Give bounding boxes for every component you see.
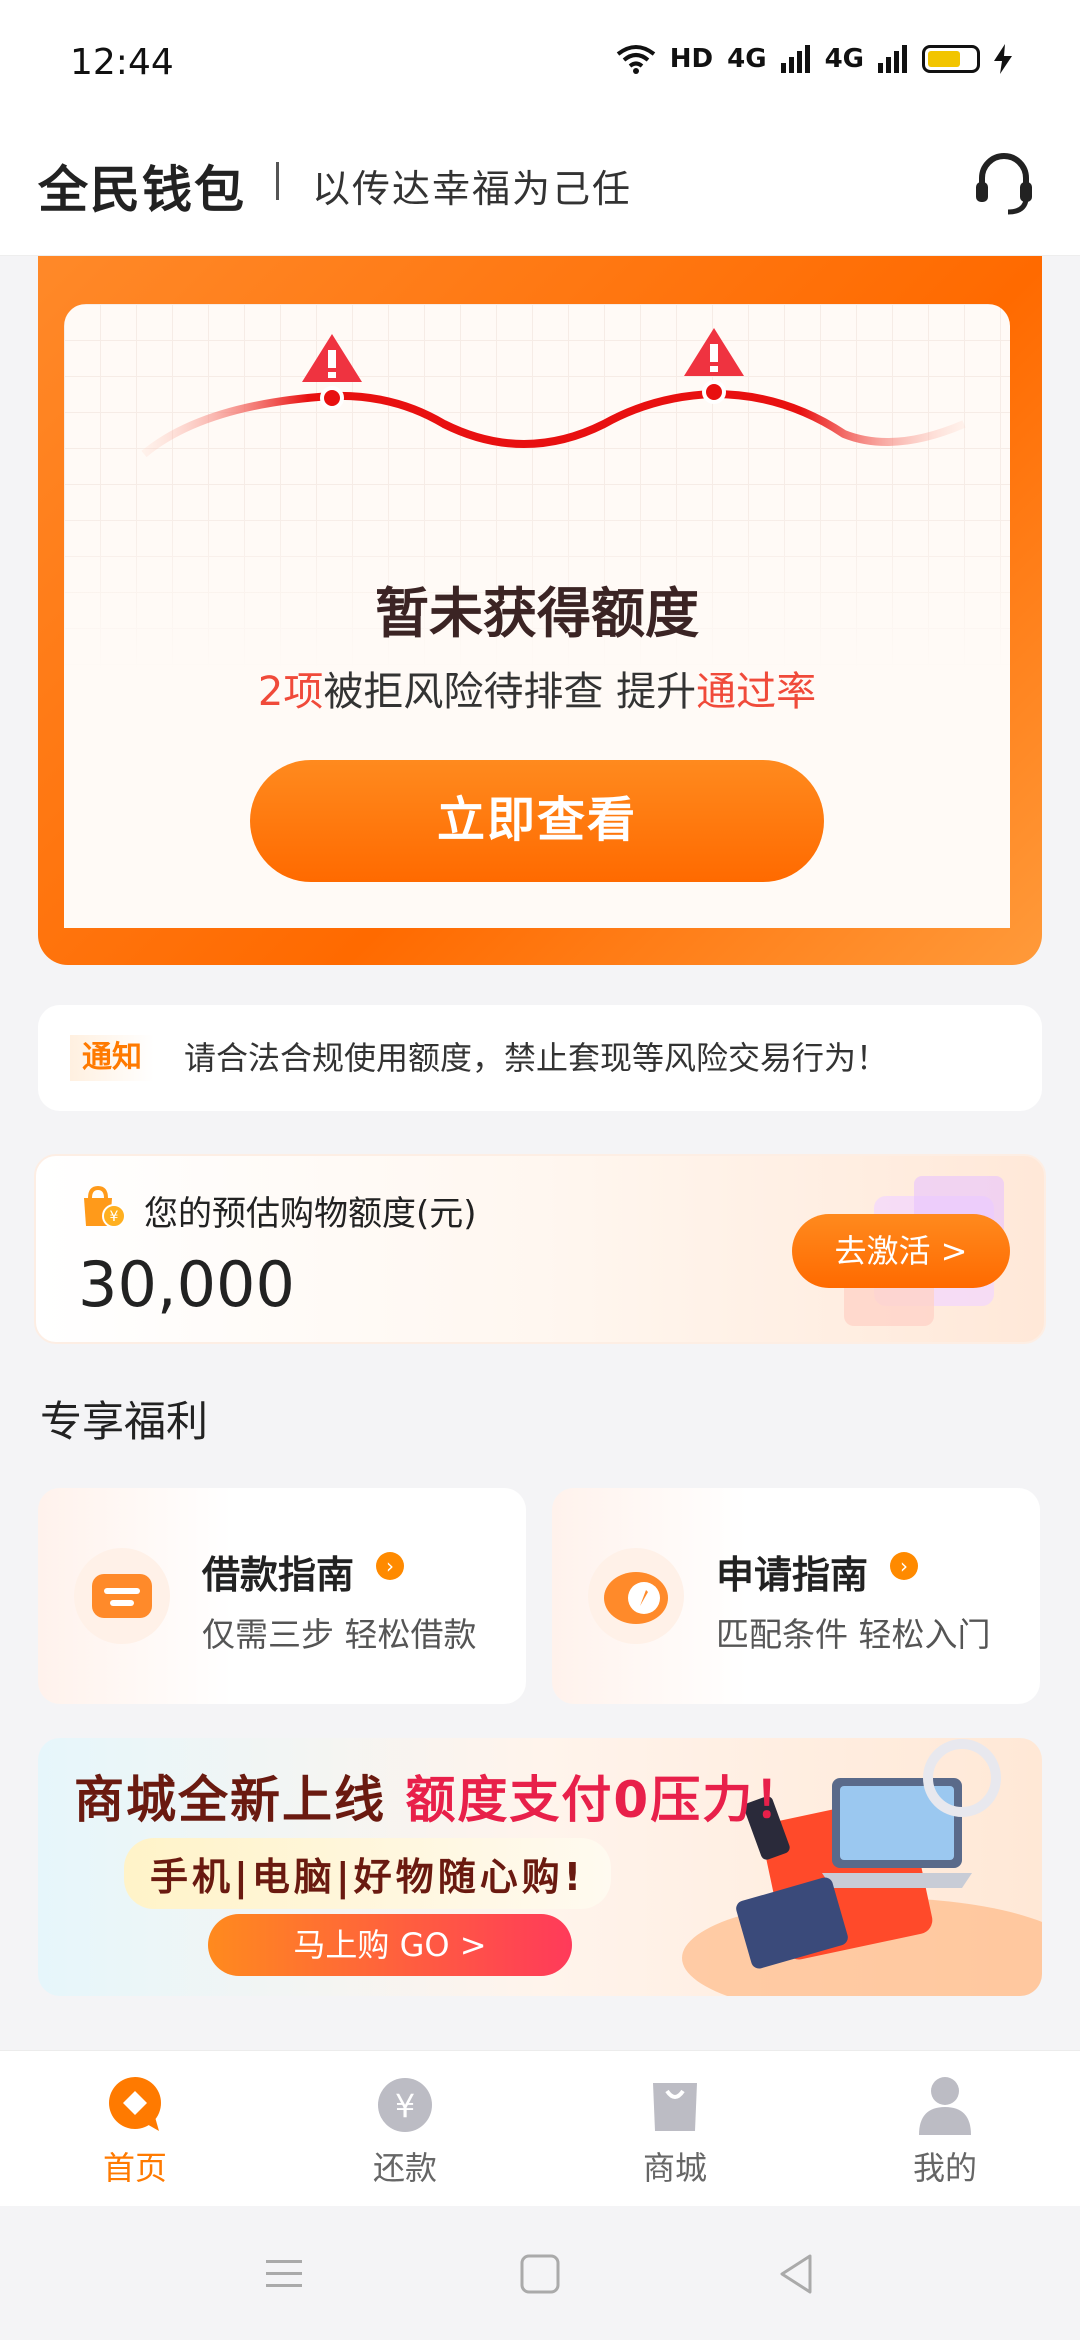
menu-icon[interactable] <box>262 2252 306 2296</box>
notice-tag: 通知 <box>70 1035 154 1081</box>
tab-label: 首页 <box>102 2149 167 2187</box>
tab-label: 商城 <box>642 2149 707 2187</box>
benefit-subtitle: 仅需三步 轻松借款 <box>202 1615 477 1654</box>
hd-indicator: HD <box>669 44 714 74</box>
shop-now-button[interactable]: 马上购 GO > <box>208 1914 572 1976</box>
notice-text: 请合法合规使用额度，禁止套现等风险交易行为！ <box>184 1039 889 1077</box>
status-time: 12:44 <box>70 42 174 83</box>
svg-text:¥: ¥ <box>395 2087 415 2125</box>
risk-curve-graphic <box>141 328 966 458</box>
shopping-quota-card[interactable]: ¥ 您的预估购物额度(元) 30,000 去激活 > <box>34 1154 1046 1344</box>
signal-label-2: 4G <box>824 44 864 74</box>
app-header: 全民钱包 以传达幸福为己任 <box>0 130 1080 256</box>
credit-status-subtitle: 2项被拒风险待排查 提升通过率 <box>257 669 817 715</box>
status-bar: 12:44 HD 4G 4G <box>0 0 1080 130</box>
tab-repay[interactable]: ¥ 还款 <box>270 2051 540 2206</box>
tab-home[interactable]: 首页 <box>0 2051 270 2206</box>
apply-guide-card[interactable]: 申请指南 › 匹配条件 轻松入门 <box>552 1488 1040 1704</box>
banner-title: 商城全新上线 额度支付0压力！ <box>74 1771 807 1829</box>
svg-text:¥: ¥ <box>110 1209 119 1225</box>
yen-coin-icon: ¥ <box>378 2078 432 2132</box>
activate-button[interactable]: 去激活 > <box>792 1214 1010 1288</box>
signal-icon <box>878 45 907 73</box>
customer-service-icon[interactable] <box>968 148 1040 220</box>
battery-icon <box>922 45 980 73</box>
shopping-bag-icon <box>653 2083 697 2131</box>
app-slogan: 以传达幸福为己任 <box>312 167 633 211</box>
shopping-bag-icon: ¥ <box>84 1186 126 1228</box>
status-icons: HD 4G 4G <box>616 44 1012 74</box>
wifi-icon <box>616 45 656 74</box>
home-icon <box>109 2077 161 2131</box>
system-nav-bar <box>0 2206 1080 2340</box>
back-icon[interactable] <box>774 2252 818 2296</box>
notice-bar[interactable]: 通知 请合法合规使用额度，禁止套现等风险交易行为！ <box>38 1005 1042 1111</box>
credit-status-title: 暂未获得额度 <box>375 582 699 645</box>
benefit-title: 申请指南 <box>716 1553 869 1597</box>
benefit-title: 借款指南 <box>202 1553 355 1597</box>
app-name: 全民钱包 <box>38 161 246 219</box>
chevron-right-icon: › <box>376 1552 404 1580</box>
mall-promo-banner[interactable]: 商城全新上线 额度支付0压力！ 手机|电脑|好物随心购! 马上购 GO > <box>38 1738 1042 1996</box>
quota-label: 您的预估购物额度(元) <box>144 1194 477 1234</box>
compass-icon <box>588 1548 684 1644</box>
tab-label: 还款 <box>372 2149 437 2187</box>
banner-subtitle: 手机|电脑|好物随心购! <box>124 1838 612 1909</box>
signal-label-1: 4G <box>727 44 767 74</box>
credit-status-card: 暂未获得额度 2项被拒风险待排查 提升通过率 立即查看 <box>38 220 1042 965</box>
tab-mall[interactable]: 商城 <box>540 2051 810 2206</box>
tab-label: 我的 <box>912 2149 977 2187</box>
home-square-icon[interactable] <box>518 2252 562 2296</box>
charging-icon <box>994 44 1012 74</box>
header-divider <box>276 162 279 200</box>
signal-icon <box>780 45 810 73</box>
user-icon <box>919 2077 971 2135</box>
credit-status-panel: 暂未获得额度 2项被拒风险待排查 提升通过率 立即查看 <box>64 304 1010 928</box>
loan-guide-icon <box>74 1548 170 1644</box>
quota-amount: 30,000 <box>78 1248 295 1321</box>
bottom-tab-bar: 首页 ¥ 还款 商城 我的 <box>0 2050 1080 2206</box>
chevron-right-icon: › <box>890 1552 918 1580</box>
benefit-subtitle: 匹配条件 轻松入门 <box>716 1615 991 1654</box>
view-now-button[interactable]: 立即查看 <box>250 760 824 882</box>
benefits-section-title: 专享福利 <box>40 1397 209 1446</box>
tab-profile[interactable]: 我的 <box>810 2051 1080 2206</box>
loan-guide-card[interactable]: 借款指南 › 仅需三步 轻松借款 <box>38 1488 526 1704</box>
